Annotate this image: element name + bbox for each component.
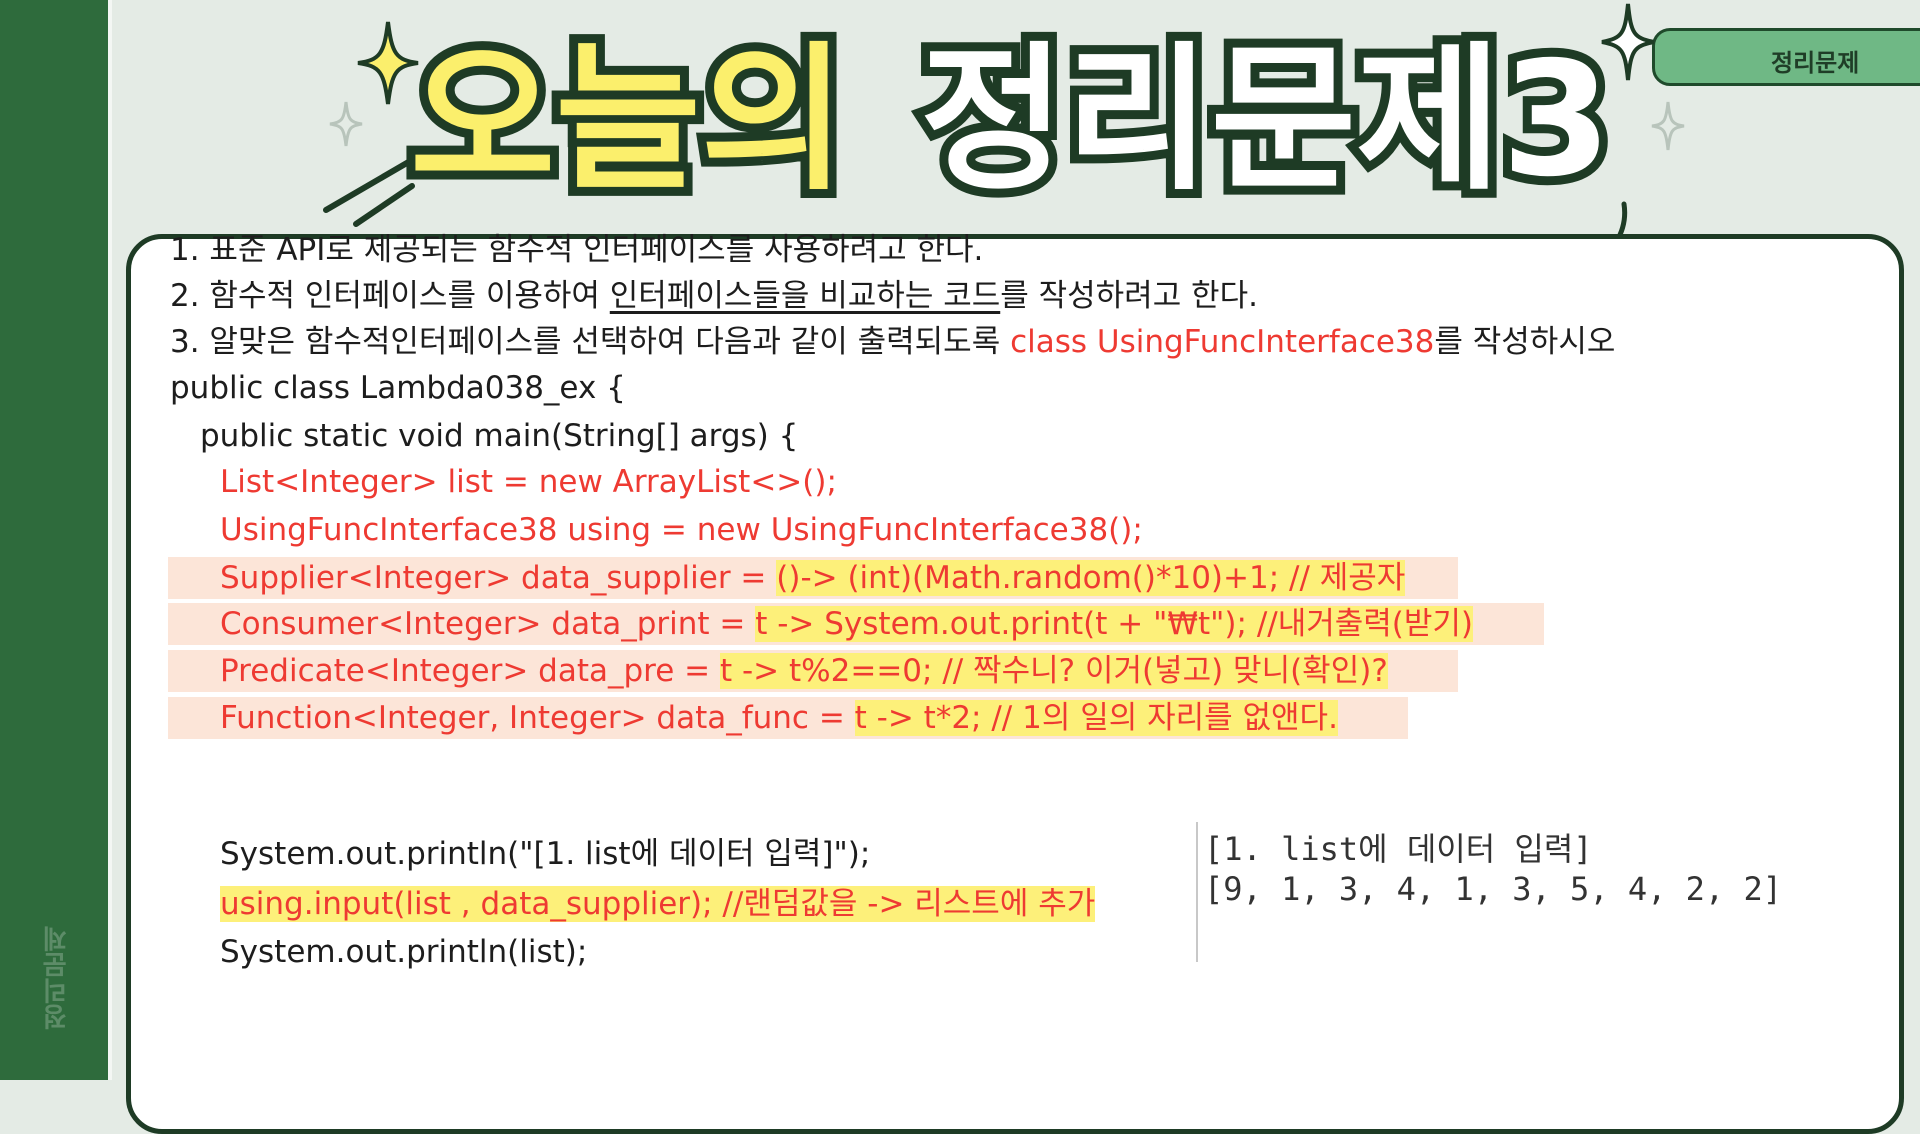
code-line: System.out.println("[1. list에 데이터 입력]"); <box>220 836 871 872</box>
instruction-line-3: 3. 알맞은 함수적인터페이스를 선택하여 다음과 같이 출력되도록 class… <box>170 324 1616 360</box>
console-output: [1. list에 데이터 입력] [9, 1, 3, 4, 1, 3, 5, … <box>1196 822 1878 962</box>
code-line: public class Lambda038_ex { <box>170 370 626 406</box>
code-line: Predicate<Integer> data_pre = t -> t%2==… <box>220 653 1388 689</box>
instruction-line-2: 2. 함수적 인터페이스를 이용하여 인터페이스들을 비교하는 코드를 작성하려… <box>170 278 1258 314</box>
sidebar-divider <box>108 0 112 1080</box>
code-line: Supplier<Integer> data_supplier = ()-> (… <box>220 560 1406 596</box>
underlined-phrase: 인터페이스들을 비교하는 코드 <box>609 278 1001 314</box>
sparkle-outline-icon <box>329 101 363 147</box>
title-part-2: 정리문제3 <box>911 19 1620 221</box>
code-line: using.input(list , data_supplier); //랜덤값… <box>220 886 1096 922</box>
section-tab[interactable]: 정리문제 <box>1652 28 1920 86</box>
code-line: public static void main(String[] args) { <box>200 418 799 454</box>
code-line: Function<Integer, Integer> data_func = t… <box>220 700 1338 736</box>
page-title: 오늘의 정리문제3 <box>401 19 1620 221</box>
code-line: Consumer<Integer> data_print = t -> Syst… <box>220 606 1474 642</box>
section-tab-label: 정리문제 <box>1771 49 1860 77</box>
sidebar-label: 정리문제 <box>42 926 72 1030</box>
title-part-1: 오늘의 <box>401 19 855 221</box>
code-line: UsingFuncInterface38 using = new UsingFu… <box>220 512 1143 548</box>
code-line: List<Integer> list = new ArrayList<>(); <box>220 464 837 500</box>
instruction-line-1: 1. 표준 API로 제공되는 함수적 인터페이스를 사용하려고 한다. <box>170 232 984 268</box>
output-line-1: [1. list에 데이터 입력] <box>1204 830 1593 868</box>
code-line: System.out.println(list); <box>220 934 588 970</box>
speed-lines-icon <box>323 157 415 227</box>
class-name-highlight: class UsingFuncInterface38 <box>1010 324 1435 360</box>
sparkle-outline-icon <box>1651 101 1685 151</box>
output-line-2: [9, 1, 3, 4, 1, 3, 5, 4, 2, 2] <box>1204 870 1782 908</box>
